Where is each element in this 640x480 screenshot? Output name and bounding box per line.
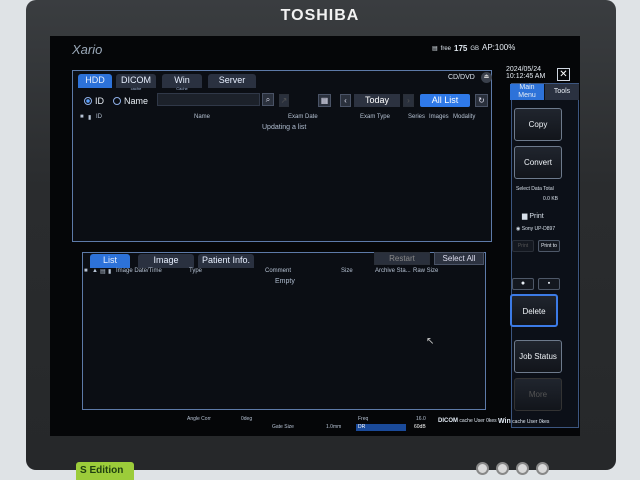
close-icon[interactable]: ✕ — [557, 68, 570, 81]
more-button[interactable]: More — [514, 378, 562, 411]
col-image-date[interactable]: Image Date/Time — [116, 268, 189, 275]
col-comment[interactable]: Comment — [265, 268, 341, 275]
radio-name[interactable]: Name — [113, 96, 148, 106]
col-images[interactable]: Images — [429, 114, 453, 121]
clear-button[interactable]: ↗ — [279, 94, 289, 107]
job-status-button[interactable]: Job Status — [514, 340, 562, 373]
radio-id-dot — [84, 97, 92, 105]
free-unit: GB — [470, 45, 480, 52]
sort-icon[interactable]: ■ — [80, 114, 88, 121]
print-label: ▆ Print — [522, 213, 544, 220]
image-list-panel — [82, 252, 486, 410]
col-name[interactable]: Name — [194, 114, 288, 121]
restart-button[interactable]: Restart — [374, 252, 430, 265]
gate-size-value: 1.0mm — [326, 424, 342, 430]
col-id[interactable]: ID — [96, 114, 194, 121]
convert-button[interactable]: Convert — [514, 146, 562, 179]
angle-corr-value: 0deg — [241, 416, 253, 422]
radio-name-dot — [113, 97, 121, 105]
win-status: Win cache User 0kes — [498, 418, 550, 425]
dr-value: 60dB — [414, 424, 426, 430]
col-exam-type[interactable]: Exam Type — [360, 114, 408, 121]
col-exam-date[interactable]: Exam Date — [288, 114, 360, 121]
tab-image[interactable]: Image — [138, 254, 194, 268]
screen: Xario ▤ free 175 GB AP:100% HDD DICOM cac… — [50, 36, 580, 436]
tab-tools[interactable]: Tools — [545, 84, 579, 100]
monitor-brand: TOSHIBA — [280, 7, 360, 24]
tab-patient-info[interactable]: Patient Info. — [198, 254, 254, 268]
freq-label: Freq — [358, 416, 369, 422]
tab-dicom[interactable]: DICOM cache — [116, 74, 156, 91]
study-list-status: Updating a list — [262, 124, 307, 131]
monitor-knobs — [476, 462, 549, 475]
dr-label: DR — [356, 424, 406, 431]
mode-icon-1[interactable]: ● — [512, 278, 534, 290]
all-list-button[interactable]: All List — [420, 94, 470, 107]
search-button[interactable]: ⌕ — [262, 93, 274, 106]
top-bar: Xario ▤ free 175 GB AP:100% — [50, 36, 580, 66]
delete-button[interactable]: Delete — [510, 294, 558, 327]
print-to-button[interactable]: Print to — [538, 240, 560, 252]
disk-icon: ▤ — [432, 46, 438, 52]
image-list-header: ■ ▲ ▤ ▮ Image Date/Time Type Comment Siz… — [84, 268, 443, 275]
gate-size-label: Gate Size — [272, 424, 294, 430]
knob-1[interactable] — [476, 462, 489, 475]
ap-readout: AP:100% — [482, 43, 516, 52]
col-archive[interactable]: Archive Sta... — [375, 268, 413, 275]
cd-dvd-label[interactable]: CD/DVD — [448, 74, 475, 81]
free-label: free — [440, 45, 452, 52]
eject-icon[interactable]: ⏏ — [481, 72, 492, 83]
col-raw-size[interactable]: Raw Size — [413, 268, 443, 275]
tab-main-menu[interactable]: Main Menu — [510, 84, 544, 100]
xario-logo: Xario — [72, 42, 103, 57]
radio-id[interactable]: ID — [84, 96, 104, 106]
angle-corr-label: Angle Corr — [187, 416, 211, 422]
grid-icon[interactable]: ▤ — [100, 268, 108, 275]
select-all-button[interactable]: Select All — [434, 252, 484, 265]
sort-icon-2[interactable]: ■ — [84, 268, 92, 275]
knob-2[interactable] — [496, 462, 509, 475]
print-button[interactable]: Print — [512, 240, 534, 252]
search-input[interactable] — [157, 93, 260, 106]
mouse-cursor: ↖ — [426, 336, 435, 347]
col-size[interactable]: Size — [341, 268, 375, 275]
lock-icon[interactable]: ▮ — [88, 114, 96, 121]
list-view-button[interactable]: ▦ — [318, 94, 331, 107]
printer-icon: ▆ — [522, 213, 528, 220]
status-bar: Angle Corr 0deg Gate Size 1.0mm Freq 16.… — [50, 416, 580, 436]
edition-label: S Edition — [76, 462, 134, 480]
today-button[interactable]: Today — [354, 94, 400, 107]
copy-button[interactable]: Copy — [514, 108, 562, 141]
tab-list[interactable]: List — [90, 254, 130, 268]
tab-hdd[interactable]: HDD — [78, 74, 112, 88]
freq-value: 16.0 — [416, 416, 426, 422]
col-series[interactable]: Series — [408, 114, 429, 121]
date-text: 2024/05/24 — [506, 66, 542, 73]
col-modality[interactable]: Modality — [453, 114, 483, 121]
free-space: ▤ free 175 GB — [432, 44, 479, 53]
refresh-icon[interactable]: ↻ — [475, 94, 488, 107]
image-list-status: Empty — [275, 278, 295, 285]
dicom-status: DICOM cache User 0kes — [438, 418, 497, 424]
next-day-button[interactable]: › — [403, 94, 414, 107]
free-value: 175 — [454, 44, 468, 53]
up-icon[interactable]: ▲ — [92, 268, 100, 275]
mode-icon-2[interactable]: ▪ — [538, 278, 560, 290]
prev-day-button[interactable]: ‹ — [340, 94, 351, 107]
tab-win[interactable]: Win Cache — [162, 74, 202, 91]
study-list-header: ■ ▮ ID Name Exam Date Exam Type Series I… — [80, 114, 483, 121]
knob-4[interactable] — [536, 462, 549, 475]
printer-name: ◉ Sony UP-D897 — [516, 226, 556, 232]
date-time: 2024/05/24 10:12:45 AM — [506, 66, 545, 80]
time-text: 10:12:45 AM — [506, 73, 546, 80]
col-type[interactable]: Type — [189, 268, 265, 275]
knob-3[interactable] — [516, 462, 529, 475]
lock-icon-2[interactable]: ▮ — [108, 268, 116, 275]
select-total-label: Select Data Total — [516, 186, 554, 192]
select-total-value: 0.0 KB — [543, 196, 559, 202]
tab-server[interactable]: Server — [208, 74, 256, 88]
